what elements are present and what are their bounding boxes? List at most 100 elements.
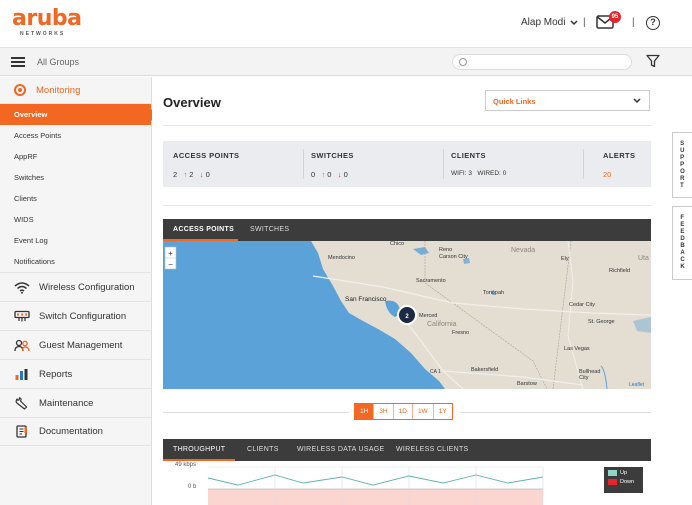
- search-icon: [459, 58, 467, 66]
- side-tab-letter: P: [680, 161, 685, 168]
- summary-access-points[interactable]: ACCESS POINTS 2 ↑ 2 ↓ 0: [173, 151, 239, 179]
- sidebar-subitem-wids[interactable]: WIDS: [0, 209, 151, 230]
- side-tab-letter: E: [680, 229, 685, 235]
- switch-icon: [14, 309, 30, 323]
- sidebar-subitem-access-points[interactable]: Access Points: [0, 125, 151, 146]
- sidebar-subitem-event-log[interactable]: Event Log: [0, 230, 151, 251]
- map-place-label: St. George: [588, 319, 615, 325]
- map-place-label: Tonopah: [483, 290, 505, 296]
- map-place-label: Carson City: [439, 254, 468, 260]
- group-bar: All Groups: [0, 48, 692, 76]
- summary-alerts[interactable]: ALERTS 20: [603, 151, 635, 179]
- sidebar-item-label: Switch Configuration: [39, 310, 127, 322]
- time-range-1h[interactable]: 1H: [355, 404, 375, 419]
- map-place-label: Bakersfield: [471, 367, 499, 373]
- tab-clients[interactable]: CLIENTS: [247, 446, 279, 453]
- map-place-label: Chico: [390, 241, 405, 247]
- side-tab-letter: T: [680, 182, 684, 189]
- side-tab-letter: P: [680, 154, 685, 161]
- zoom-out-button[interactable]: −: [168, 260, 173, 269]
- map-canvas: + − 2: [163, 241, 651, 389]
- quick-links-dropdown[interactable]: Quick Links: [485, 90, 650, 111]
- divider: [443, 149, 444, 179]
- wired-label: WIRED:: [477, 170, 501, 177]
- side-tab-letter: F: [680, 215, 684, 221]
- summary-switches[interactable]: SWITCHES 0 ↑ 0 ↓ 0: [311, 151, 354, 179]
- tab-switches[interactable]: SWITCHES: [250, 226, 289, 233]
- sidebar-item-maintenance[interactable]: Maintenance: [0, 388, 151, 417]
- guests-icon: [14, 338, 30, 352]
- tab-wireless-data-usage[interactable]: WIRELESS DATA USAGE: [297, 446, 385, 453]
- search-input[interactable]: [452, 54, 632, 70]
- tab-wireless-clients[interactable]: WIRELESS CLIENTS: [396, 446, 468, 453]
- wifi-count: 3: [468, 170, 472, 177]
- user-menu[interactable]: Alap Modi: [521, 17, 578, 28]
- sidebar-item-guest-management[interactable]: Guest Management: [0, 330, 151, 359]
- sidebar-item-wireless-configuration[interactable]: Wireless Configuration: [0, 272, 151, 301]
- monitoring-icon: [14, 84, 26, 96]
- legend-label: Down: [620, 479, 635, 485]
- leaflet-attribution-link[interactable]: Leaflet: [629, 382, 644, 388]
- sidebar-item-label: Reports: [39, 368, 73, 380]
- sidebar-subitem-apprf[interactable]: AppRF: [0, 146, 151, 167]
- time-range-1y[interactable]: 1Y: [433, 404, 452, 419]
- sidebar-subitem-overview[interactable]: Overview: [0, 104, 157, 125]
- sidebar-subitem-notifications[interactable]: Notifications: [0, 251, 151, 272]
- throughput-plot: [207, 466, 544, 505]
- help-icon[interactable]: ?: [646, 16, 660, 30]
- bar-chart-icon: [14, 367, 30, 381]
- feedback-tab[interactable]: FEEDBACK: [672, 206, 692, 280]
- sidebar-item-monitoring[interactable]: Monitoring: [0, 77, 151, 104]
- sidebar-item-documentation[interactable]: Documentation: [0, 417, 151, 446]
- map-place-label: Cedar City: [569, 302, 595, 308]
- legend-swatch: [608, 479, 617, 485]
- chevron-down-icon: [633, 98, 641, 104]
- time-range-1d[interactable]: 1D: [393, 404, 413, 419]
- side-tab-letter: B: [680, 243, 685, 249]
- chevron-down-icon: [570, 19, 578, 25]
- filter-icon[interactable]: [646, 54, 660, 68]
- legend-item-up[interactable]: Up: [608, 470, 643, 476]
- divider: [163, 125, 651, 126]
- divider: [303, 149, 304, 179]
- sidebar-subitem-clients[interactable]: Clients: [0, 188, 151, 209]
- map-place-label: California: [427, 321, 457, 328]
- group-selector[interactable]: All Groups: [37, 57, 79, 67]
- sidebar-item-label: Wireless Configuration: [39, 281, 135, 293]
- summary-clients[interactable]: CLIENTS WIFI: 3 WIRED: 0: [451, 151, 506, 177]
- legend-label: Up: [620, 470, 628, 476]
- map-place-label: Sacramento: [416, 278, 446, 284]
- legend-item-down[interactable]: Down: [608, 479, 643, 485]
- throughput-tab-bar: THROUGHPUT CLIENTS WIRELESS DATA USAGE W…: [163, 439, 651, 461]
- sidebar-item-switch-configuration[interactable]: Switch Configuration: [0, 301, 151, 330]
- map-place-label: Bullhead City: [579, 369, 601, 381]
- switch-up-count: 0: [327, 170, 332, 179]
- zoom-in-button[interactable]: +: [168, 249, 173, 258]
- aruba-logo[interactable]: aruba NETWORKS: [12, 8, 82, 38]
- sidebar-item-label: Documentation: [39, 426, 103, 437]
- tab-throughput[interactable]: THROUGHPUT: [173, 446, 225, 453]
- time-range-3h[interactable]: 3H: [374, 404, 394, 419]
- header-separator: |: [632, 17, 635, 28]
- summary-label: SWITCHES: [311, 151, 354, 160]
- wifi-label: WIFI:: [451, 170, 467, 177]
- tab-access-points[interactable]: ACCESS POINTS: [173, 226, 234, 233]
- wrench-icon: [14, 396, 30, 410]
- time-range-1w[interactable]: 1W: [412, 404, 434, 419]
- map-place-label: Barstow: [517, 381, 537, 387]
- ap-down-count: 0: [205, 170, 210, 179]
- sidebar-item-reports[interactable]: Reports: [0, 359, 151, 388]
- top-header: aruba NETWORKS Alap Modi | 95 | ?: [0, 0, 692, 48]
- map-tab-bar: ACCESS POINTS SWITCHES: [163, 219, 651, 241]
- map-place-label: San Francisco: [345, 296, 387, 303]
- summary-panel: ACCESS POINTS 2 ↑ 2 ↓ 0 SWITCHES 0 ↑ 0 ↓…: [163, 141, 651, 187]
- sidebar-subitem-switches[interactable]: Switches: [0, 167, 151, 188]
- side-tab-letter: A: [680, 250, 685, 256]
- support-tab[interactable]: SUPPORT: [672, 132, 692, 198]
- hamburger-menu-icon[interactable]: [11, 57, 25, 67]
- map[interactable]: + − 2 Chico Reno Carson City Nevada Ely …: [163, 241, 651, 389]
- summary-label: ALERTS: [603, 151, 636, 160]
- summary-label: CLIENTS: [451, 151, 486, 160]
- side-tab-letter: S: [680, 140, 685, 147]
- side-tab-letter: K: [680, 264, 685, 270]
